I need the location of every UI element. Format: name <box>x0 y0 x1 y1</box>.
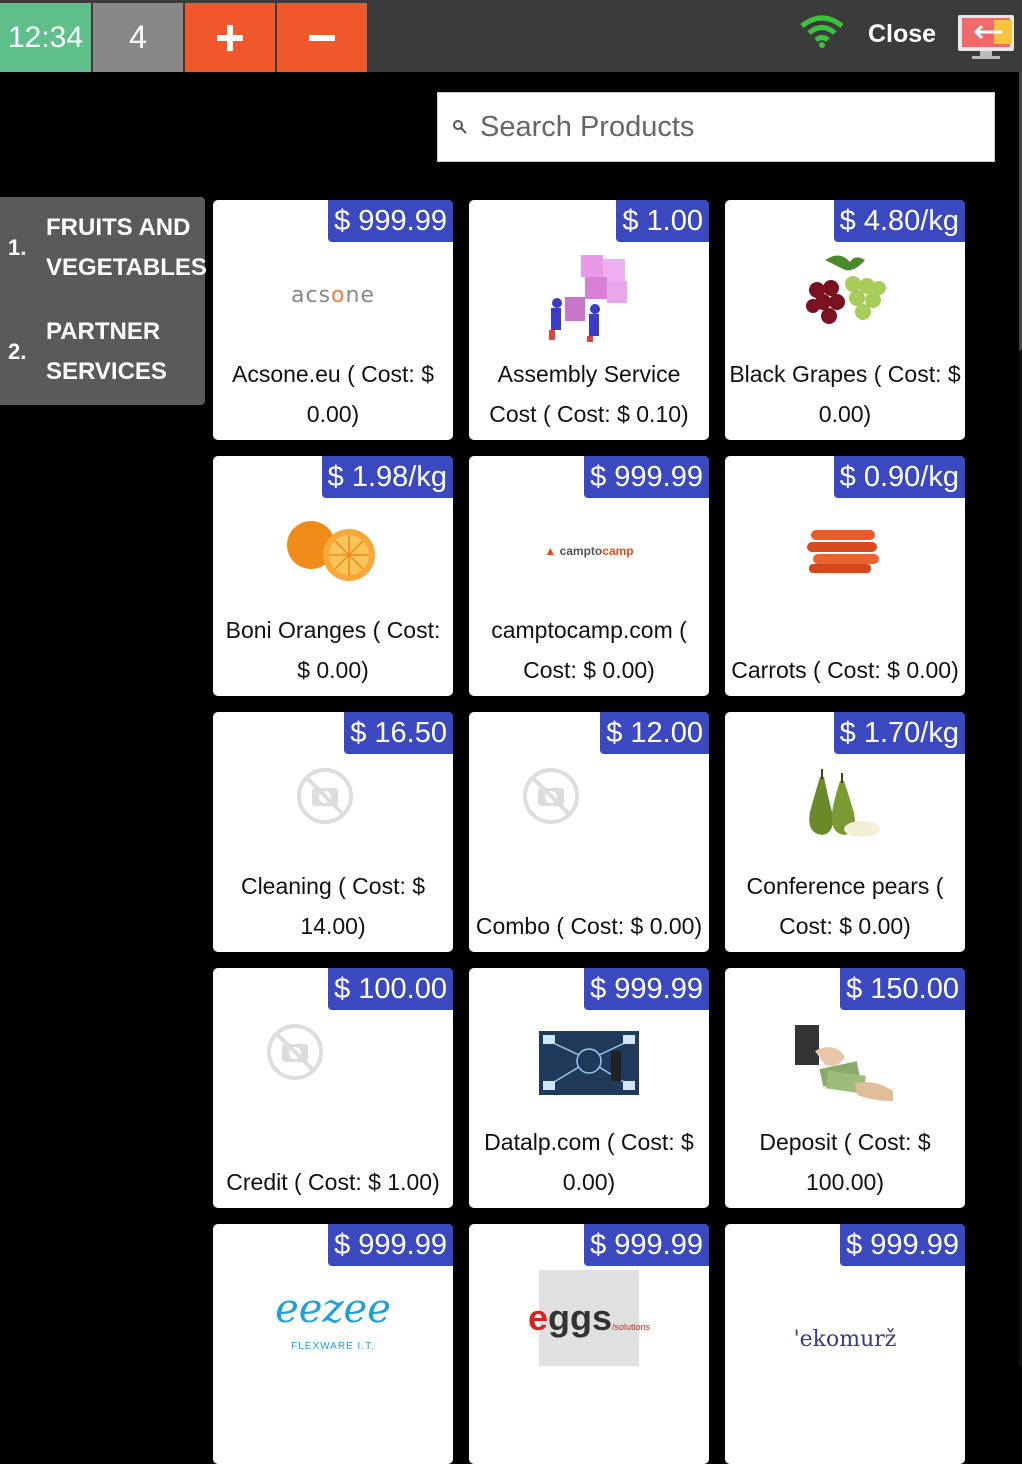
product-card[interactable]: $ 999.99 acsone Acsone.eu ( Cost: $ 0.00… <box>213 200 453 440</box>
datalp-network-icon <box>539 1031 639 1095</box>
product-card[interactable]: $ 150.00 Deposit ( Cost: $ 100.00) <box>725 968 965 1208</box>
search-box[interactable] <box>437 92 995 162</box>
product-name: Deposit ( Cost: $ 100.00) <box>759 1129 931 1195</box>
order-count-button[interactable]: 4 <box>93 3 183 72</box>
no-image-icon <box>297 768 353 824</box>
product-name: Combo ( Cost: $ 0.00) <box>475 913 703 939</box>
product-name: Black Grapes ( Cost: $ 0.00) <box>729 361 961 427</box>
product-card[interactable]: $ 999.99 eggs/solutions <box>469 1224 709 1464</box>
price-badge: $ 999.99 <box>584 1224 709 1266</box>
product-image <box>790 752 900 862</box>
price-badge: $ 1.98/kg <box>321 456 453 498</box>
product-image: ▲ camptocamp <box>534 496 644 606</box>
pears-icon <box>809 769 880 837</box>
close-button[interactable]: Close <box>868 20 936 49</box>
product-image <box>278 496 388 606</box>
category-list: 1. FRUITS AND VEGETABLES 2. PARTNER SERV… <box>0 197 207 405</box>
product-card[interactable]: $ 4.80/kg Black Grapes ( Cost: $ 0.00) <box>725 200 965 440</box>
product-image <box>265 1022 325 1082</box>
product-name: Credit ( Cost: $ 1.00) <box>226 1169 440 1195</box>
clock-display: 12:34 <box>0 3 91 72</box>
acsone-logo: acsone <box>291 282 375 308</box>
product-card[interactable]: $ 0.90/kg Carrots ( Cost: $ 0.00) <box>725 456 965 696</box>
product-image: eezee FLEXWARE I.T. <box>275 1274 391 1364</box>
product-name: Datalp.com ( Cost: $ 0.00) <box>484 1129 694 1195</box>
price-badge: $ 999.99 <box>584 968 709 1010</box>
top-bar: 12:34 4 Close <box>0 0 1022 72</box>
price-badge: $ 999.99 <box>328 200 453 242</box>
eezee-logo: eezee <box>275 1285 391 1332</box>
price-badge: $ 150.00 <box>840 968 965 1010</box>
price-badge: $ 999.99 <box>328 1224 453 1266</box>
minus-icon <box>309 34 335 41</box>
category-label: PARTNER SERVICES <box>46 318 167 385</box>
category-fruits-and-vegetables[interactable]: 1. FRUITS AND VEGETABLES <box>0 197 207 301</box>
product-name: Conference pears ( Cost: $ 0.00) <box>746 873 944 939</box>
product-image <box>295 766 355 826</box>
puzzle-people-icon <box>549 255 627 342</box>
product-name: Carrots ( Cost: $ 0.00) <box>731 657 959 683</box>
product-card[interactable]: $ 1.98/kg Boni Oranges ( Cost: $ 0.00) <box>213 456 453 696</box>
search-icon <box>453 120 467 134</box>
product-image: eggs/solutions <box>528 1270 650 1366</box>
money-hands-icon <box>795 1025 893 1101</box>
price-badge: $ 12.00 <box>600 712 709 754</box>
price-badge: $ 4.80/kg <box>833 200 965 242</box>
category-number: 1. <box>8 235 27 260</box>
oranges-icon <box>287 521 375 581</box>
product-image: 'ekomurž <box>790 1284 900 1394</box>
product-image <box>790 1008 900 1118</box>
product-name: Boni Oranges ( Cost: $ 0.00) <box>225 617 441 683</box>
price-badge: $ 1.00 <box>616 200 709 242</box>
product-image <box>790 496 900 606</box>
product-card[interactable]: $ 1.70/kg Conference pears ( Cost: $ 0.0… <box>725 712 965 952</box>
product-name: Assembly Service Cost ( Cost: $ 0.10) <box>489 361 689 427</box>
product-card[interactable]: $ 1.00 Assembly Service Cost ( Cost: $ 0… <box>469 200 709 440</box>
category-partner-services[interactable]: 2. PARTNER SERVICES <box>0 301 205 405</box>
price-badge: $ 1.70/kg <box>833 712 965 754</box>
product-name: camptocamp.com ( Cost: $ 0.00) <box>491 617 687 683</box>
wifi-icon <box>800 15 844 48</box>
product-card[interactable]: $ 999.99 'ekomurž <box>725 1224 965 1464</box>
price-badge: $ 999.99 <box>584 456 709 498</box>
camptocamp-logo: ▲ camptocamp <box>544 544 634 558</box>
product-card[interactable]: $ 16.50 Cleaning ( Cost: $ 14.00) <box>213 712 453 952</box>
product-name: Cleaning ( Cost: $ 14.00) <box>240 873 426 939</box>
category-label: FRUITS AND VEGETABLES <box>46 214 207 281</box>
product-image <box>790 240 900 350</box>
product-card[interactable]: $ 100.00 Credit ( Cost: $ 1.00) <box>213 968 453 1208</box>
no-image-icon <box>523 768 579 824</box>
no-image-icon <box>267 1024 323 1080</box>
exit-monitor-icon[interactable] <box>956 12 1018 60</box>
price-badge: $ 16.50 <box>344 712 453 754</box>
product-image <box>534 1008 644 1118</box>
ekomurz-logo: 'ekomurž <box>793 1326 897 1352</box>
add-order-button[interactable] <box>185 3 275 72</box>
eezee-logo-caption: FLEXWARE I.T. <box>291 1340 375 1352</box>
plus-icon <box>217 24 243 51</box>
product-card[interactable]: $ 999.99 Datalp.com ( Cost: $ 0.00) <box>469 968 709 1208</box>
eggs-logo: eggs/solutions <box>527 1297 651 1338</box>
price-badge: $ 100.00 <box>328 968 453 1010</box>
product-image <box>521 766 581 826</box>
product-card[interactable]: $ 12.00 Combo ( Cost: $ 0.00) <box>469 712 709 952</box>
grapes-icon <box>806 255 886 324</box>
price-badge: $ 0.90/kg <box>833 456 965 498</box>
category-number: 2. <box>8 339 27 364</box>
product-card[interactable]: $ 999.99 ▲ camptocamp camptocamp.com ( C… <box>469 456 709 696</box>
product-image <box>534 240 644 350</box>
remove-order-button[interactable] <box>277 3 367 72</box>
carrots-icon <box>807 530 879 573</box>
product-name: Acsone.eu ( Cost: $ 0.00) <box>232 361 434 427</box>
product-card[interactable]: $ 999.99 eezee FLEXWARE I.T. <box>213 1224 453 1464</box>
product-image: acsone <box>278 240 388 350</box>
price-badge: $ 999.99 <box>840 1224 965 1266</box>
search-input[interactable] <box>478 109 962 145</box>
